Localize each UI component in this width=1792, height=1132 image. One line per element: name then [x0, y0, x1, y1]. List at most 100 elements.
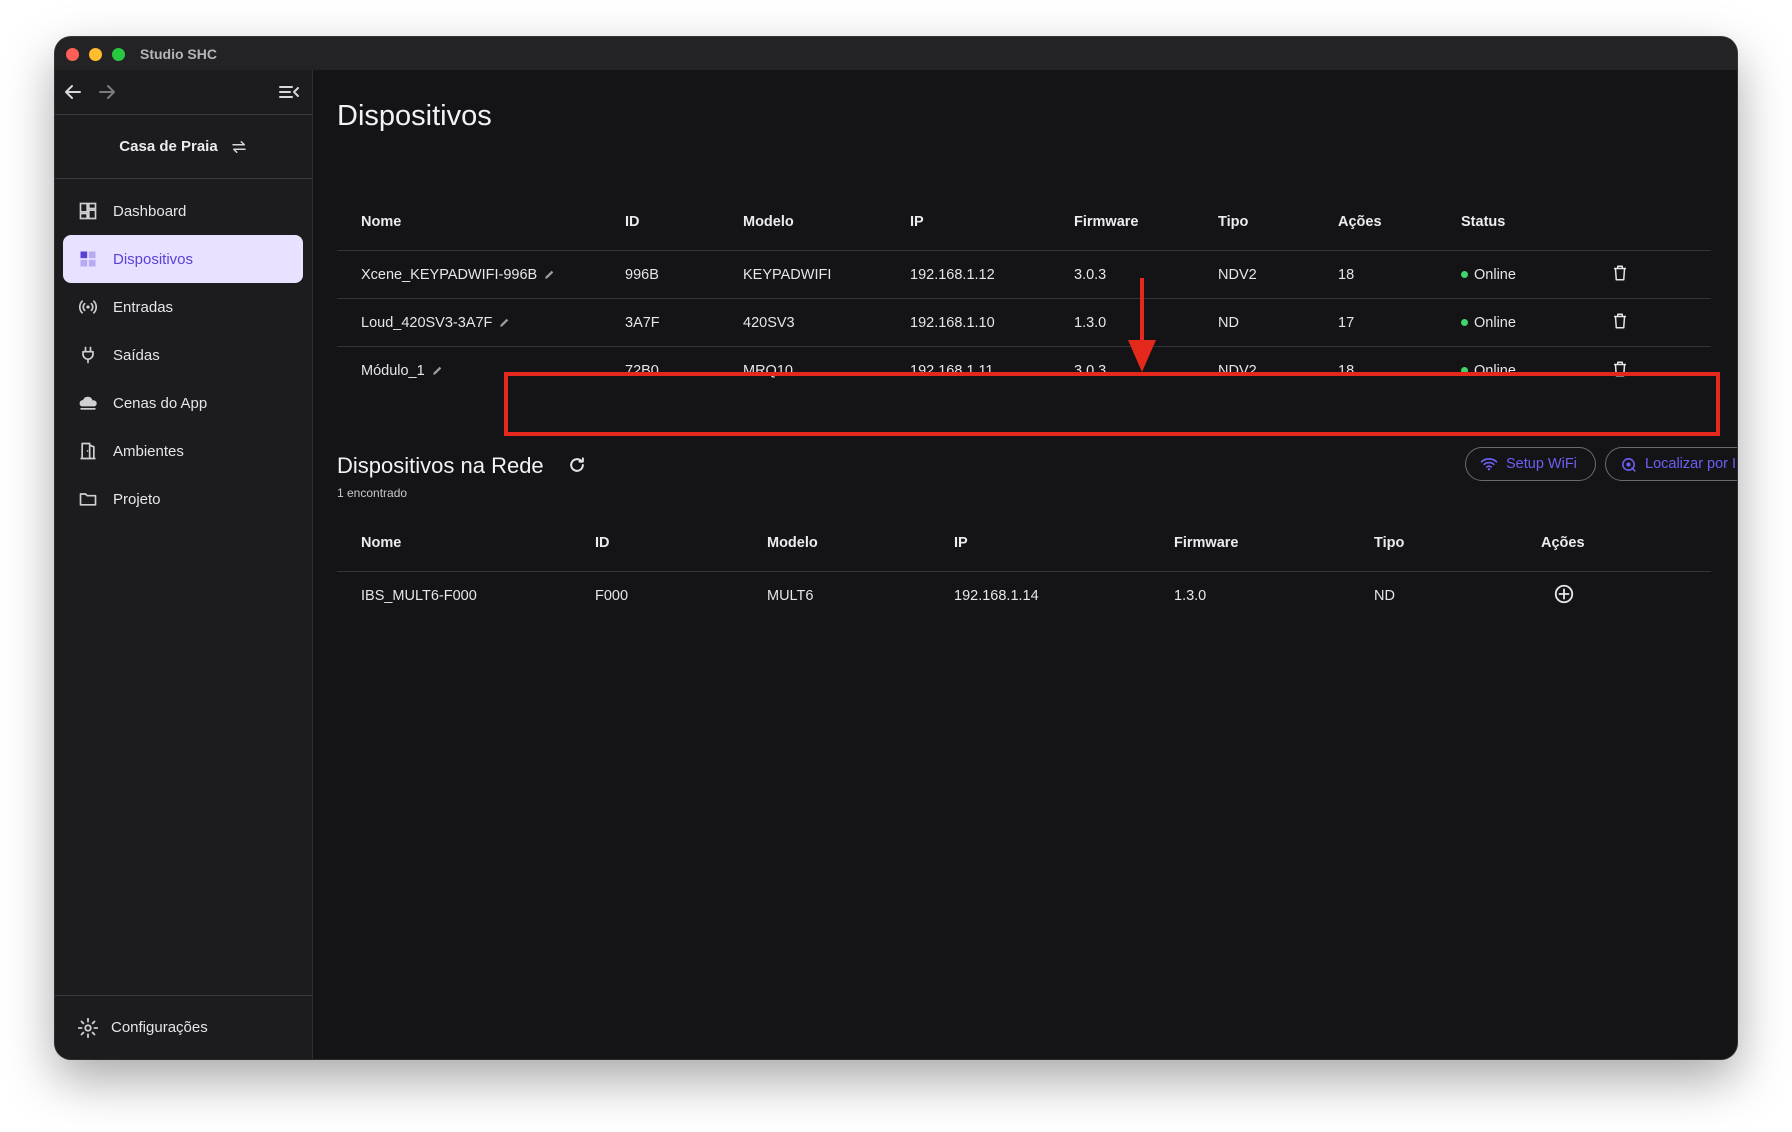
table-header-row: Nome ID Modelo IP Firmware Tipo Ações St…: [337, 194, 1711, 251]
table-row: Xcene_KEYPADWIFI-996B 996B KEYPADWIFI 19…: [337, 250, 1711, 299]
column-header: Tipo: [1218, 214, 1249, 230]
type-cell: ND: [1374, 571, 1541, 619]
column-header: Firmware: [1074, 214, 1139, 230]
door-icon: [77, 440, 99, 462]
id-cell: 996B: [625, 250, 743, 299]
column-header: Status: [1461, 214, 1506, 230]
table-row: IBS_MULT6-F000 F000 MULT6 192.168.1.14 1…: [337, 571, 1711, 619]
column-header: Nome: [361, 535, 402, 551]
gear-icon: [77, 1017, 99, 1038]
column-header: Ações: [1541, 535, 1585, 551]
delete-cell: [1611, 298, 1711, 347]
name-cell: Loud_420SV3-3A7F: [337, 298, 625, 347]
column-header: IP: [954, 535, 968, 551]
app-window: Studio SHC Casa de Praia Dashboard Dispo…: [55, 37, 1737, 1059]
sidebar-item-label: Dispositivos: [113, 250, 194, 268]
table-header-row: Nome ID Modelo IP Firmware Tipo Ações: [337, 515, 1711, 572]
wifi-icon: [1480, 458, 1498, 471]
project-switcher[interactable]: Casa de Praia: [55, 115, 312, 179]
actions-cell: 17: [1338, 298, 1461, 347]
column-header: Ações: [1338, 214, 1382, 230]
network-devices-table: Nome ID Modelo IP Firmware Tipo Ações IB…: [337, 515, 1711, 619]
setup-wifi-button[interactable]: Setup WiFi: [1465, 447, 1596, 481]
column-header: Modelo: [767, 535, 818, 551]
annotation-arrow-icon: [1128, 278, 1156, 372]
sidebar-item-label: Projeto: [113, 490, 161, 508]
devices-table: Nome ID Modelo IP Firmware Tipo Ações St…: [337, 194, 1711, 394]
online-dot-icon: [1461, 271, 1468, 278]
plug-icon: [77, 344, 99, 366]
cloud-icon: [77, 392, 99, 414]
find-by-ip-button[interactable]: Localizar por IP: [1605, 447, 1737, 481]
sidebar-item-dashboard[interactable]: Dashboard: [63, 187, 303, 235]
forward-arrow-icon[interactable]: [95, 80, 119, 104]
sidebar-item-label: Entradas: [113, 298, 174, 316]
column-header: IP: [910, 214, 924, 230]
model-cell: 420SV3: [743, 298, 910, 347]
trash-icon[interactable]: [1611, 263, 1629, 283]
device-name: Módulo_1: [361, 362, 425, 379]
type-cell: ND: [1218, 298, 1338, 347]
minimize-window-button[interactable]: [89, 48, 102, 61]
trash-icon[interactable]: [1611, 311, 1629, 331]
empty-cell: [1661, 571, 1711, 619]
devices-icon: [77, 248, 99, 270]
find-by-ip-label: Localizar por IP: [1645, 456, 1737, 472]
back-arrow-icon[interactable]: [61, 80, 85, 104]
network-found-count: 1 encontrado: [337, 486, 408, 500]
column-header-empty: [1611, 194, 1711, 251]
sidebar-item-ambientes[interactable]: Ambientes: [63, 427, 303, 475]
sidebar-menu: Dashboard Dispositivos Entradas Saídas C…: [63, 187, 303, 523]
status-text: Online: [1474, 266, 1516, 283]
status-cell: Online: [1461, 298, 1611, 347]
model-cell: MULT6: [767, 571, 954, 619]
firmware-cell: 1.3.0: [1174, 571, 1374, 619]
name-cell: Xcene_KEYPADWIFI-996B: [337, 250, 625, 299]
delete-cell: [1611, 250, 1711, 299]
add-circle-icon[interactable]: [1553, 583, 1575, 605]
ip-cell: 192.168.1.10: [910, 298, 1074, 347]
edit-pencil-icon[interactable]: [543, 268, 556, 281]
ip-cell: 192.168.1.14: [954, 571, 1174, 619]
sidebar-item-entradas[interactable]: Entradas: [63, 283, 303, 331]
column-header: Firmware: [1174, 535, 1239, 551]
sidebar-item-label: Dashboard: [113, 202, 187, 220]
collapse-menu-icon[interactable]: [277, 80, 301, 104]
sidebar-item-label: Ambientes: [113, 442, 184, 460]
sidebar-item-label: Cenas do App: [113, 394, 208, 412]
column-header: ID: [595, 535, 610, 551]
status-text: Online: [1474, 314, 1516, 331]
add-cell: [1541, 571, 1661, 619]
page-title: Dispositivos: [337, 100, 492, 132]
sidebar-item-saidas[interactable]: Saídas: [63, 331, 303, 379]
setup-wifi-label: Setup WiFi: [1506, 456, 1577, 472]
title-bar: Studio SHC: [55, 37, 1737, 70]
model-cell: KEYPADWIFI: [743, 250, 910, 299]
sidebar-item-configuracoes[interactable]: Configurações: [55, 995, 312, 1059]
settings-label: Configurações: [111, 1019, 208, 1036]
status-cell: Online: [1461, 250, 1611, 299]
swap-icon[interactable]: [230, 138, 248, 156]
sidebar-item-projeto[interactable]: Projeto: [63, 475, 303, 523]
online-dot-icon: [1461, 319, 1468, 326]
ip-search-icon: [1622, 457, 1636, 472]
edit-pencil-icon[interactable]: [431, 364, 444, 377]
maximize-window-button[interactable]: [112, 48, 125, 61]
app-title: Studio SHC: [140, 46, 217, 62]
close-window-button[interactable]: [66, 48, 79, 61]
folder-icon: [77, 488, 99, 510]
column-header: ID: [625, 214, 640, 230]
column-header: Nome: [361, 214, 402, 230]
sidebar-item-label: Saídas: [113, 346, 160, 364]
dashboard-icon: [77, 200, 99, 222]
device-name: Loud_420SV3-3A7F: [361, 314, 493, 331]
device-name: Xcene_KEYPADWIFI-996B: [361, 266, 538, 283]
sidebar-item-cenas[interactable]: Cenas do App: [63, 379, 303, 427]
id-cell: F000: [595, 571, 767, 619]
type-cell: NDV2: [1218, 250, 1338, 299]
edit-pencil-icon[interactable]: [498, 316, 511, 329]
broadcast-icon: [77, 296, 99, 318]
network-section-title: Dispositivos na Rede: [337, 453, 544, 478]
sidebar-item-dispositivos[interactable]: Dispositivos: [63, 235, 303, 283]
refresh-icon[interactable]: [567, 455, 587, 475]
